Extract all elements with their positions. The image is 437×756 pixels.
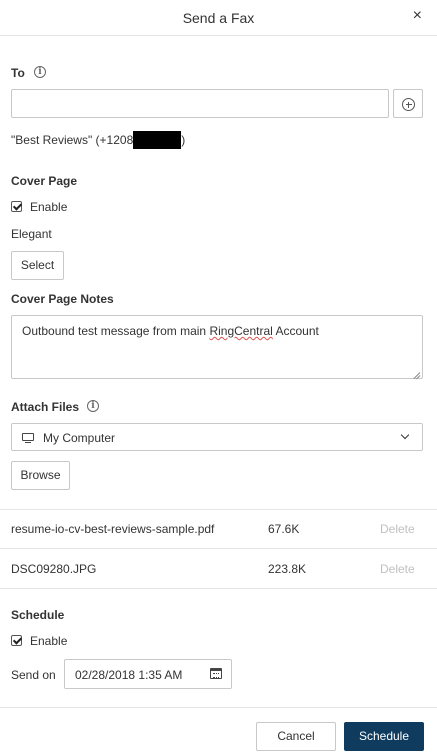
file-name: resume-io-cv-best-reviews-sample.pdf (11, 522, 215, 536)
monitor-icon (22, 433, 34, 443)
attach-files-label: Attach Files (11, 400, 80, 414)
notes-text-end: Account (272, 324, 319, 338)
redacted-block (133, 131, 182, 149)
divider (0, 509, 437, 510)
cover-page-enable-label: Enable (30, 200, 68, 214)
recipient-close-paren: ) (181, 133, 186, 147)
footer-divider (0, 707, 437, 708)
to-label: To (11, 66, 25, 80)
dialog-header: Send a Fax × (0, 0, 437, 36)
add-recipient-button[interactable] (393, 89, 423, 118)
select-cover-button[interactable]: Select (11, 251, 64, 280)
calendar-icon[interactable] (210, 668, 222, 679)
info-icon[interactable]: i (34, 66, 46, 78)
browse-button[interactable]: Browse (11, 461, 70, 490)
to-input[interactable] (11, 89, 389, 118)
add-circle-icon (402, 98, 415, 111)
delete-file-button[interactable]: Delete (380, 562, 415, 576)
notes-text-misspelled: RingCentral (209, 324, 273, 338)
recipient-name-number: "Best Reviews" (+1208 (11, 133, 134, 147)
schedule-label: Schedule (11, 608, 65, 622)
info-icon[interactable]: i (87, 400, 99, 412)
file-source-select[interactable]: My Computer (11, 423, 423, 451)
dialog-title: Send a Fax (182, 10, 255, 26)
file-source-value: My Computer (43, 431, 116, 445)
cover-page-enable-checkbox[interactable] (11, 201, 22, 212)
divider (0, 548, 437, 549)
cover-template-name: Elegant (11, 227, 52, 241)
resize-grip-icon[interactable] (411, 367, 420, 376)
file-size: 67.6K (268, 522, 300, 536)
close-icon[interactable]: × (413, 8, 422, 24)
chevron-down-icon (400, 430, 410, 440)
divider (0, 588, 437, 589)
delete-file-button[interactable]: Delete (380, 522, 415, 536)
send-date-value: 02/28/2018 1:35 AM (75, 668, 183, 682)
cover-notes-textarea[interactable]: Outbound test message from main RingCent… (11, 315, 423, 379)
cancel-button[interactable]: Cancel (256, 722, 336, 751)
notes-text-start: Outbound test message from main (22, 324, 210, 338)
schedule-button[interactable]: Schedule (344, 722, 424, 751)
cover-page-label: Cover Page (11, 174, 78, 188)
recipient-entry: "Best Reviews" (+1208) (11, 131, 185, 149)
send-date-input[interactable]: 02/28/2018 1:35 AM (64, 659, 232, 689)
schedule-enable-label: Enable (30, 634, 68, 648)
send-on-label: Send on (11, 668, 56, 682)
file-name: DSC09280.JPG (11, 562, 97, 576)
file-size: 223.8K (268, 562, 307, 576)
cover-notes-label: Cover Page Notes (11, 292, 114, 306)
schedule-enable-checkbox[interactable] (11, 635, 22, 646)
